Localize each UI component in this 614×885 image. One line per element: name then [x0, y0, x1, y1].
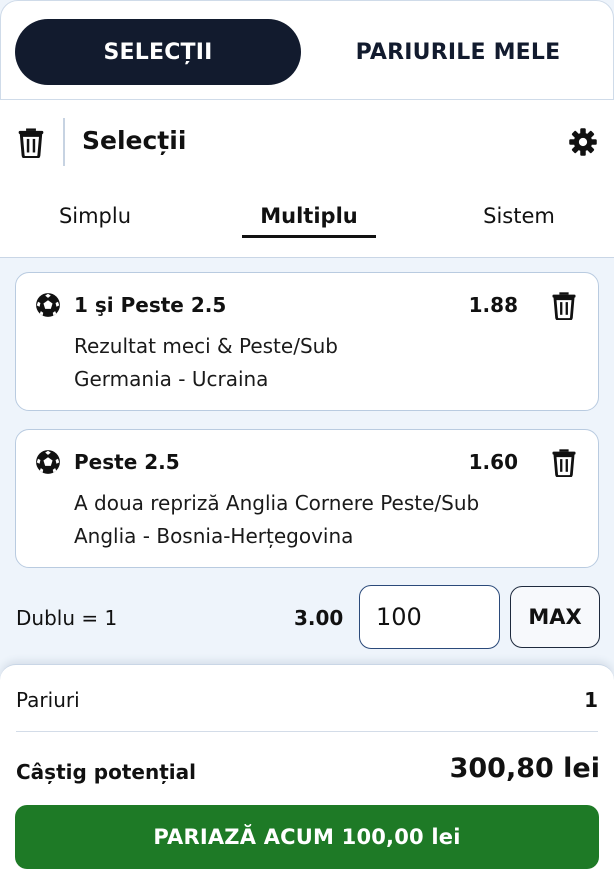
tab-selectii[interactable]: SELECȚII	[15, 19, 301, 85]
tab-sistem[interactable]: Sistem	[466, 200, 572, 232]
soccer-ball-icon	[36, 450, 60, 474]
selection-odd: 1.60	[468, 450, 518, 474]
selection-event: Anglia - Bosnia-Herțegovina	[74, 524, 354, 548]
betslip-tabs: SELECȚII PARIURILE MELE	[0, 0, 614, 100]
tab-multiplu[interactable]: Multiplu	[242, 200, 376, 232]
selection-card: Peste 2.5 1.60 A doua repriză Anglia Cor…	[15, 429, 599, 568]
selection-market: A doua repriză Anglia Cornere Peste/Sub	[74, 491, 480, 515]
tab-simplu[interactable]: Simplu	[40, 200, 150, 232]
potential-win-label: Câștig potențial	[16, 760, 196, 784]
selection-market: Rezultat meci & Peste/Sub	[74, 334, 339, 358]
trash-icon[interactable]	[550, 447, 578, 477]
combined-odd: 3.00	[294, 606, 344, 630]
soccer-ball-icon	[36, 293, 60, 317]
betslip: SELECȚII PARIURILE MELE Selecții Simplu …	[0, 0, 614, 885]
bets-count-label: Pariuri	[16, 688, 80, 712]
potential-win-value: 300,80 lei	[449, 753, 600, 784]
selection-pick: Peste 2.5	[74, 450, 180, 474]
summary-divider	[16, 731, 598, 732]
gear-icon[interactable]	[568, 127, 598, 157]
selection-event: Germania - Ucraina	[74, 367, 269, 391]
trash-icon[interactable]	[550, 290, 578, 320]
tab-pariurile-mele[interactable]: PARIURILE MELE	[301, 19, 614, 85]
selection-odd: 1.88	[468, 293, 518, 317]
place-bet-button[interactable]: PARIAZĂ ACUM 100,00 lei	[15, 805, 599, 869]
stake-input[interactable]	[359, 585, 500, 649]
trash-icon[interactable]	[16, 126, 46, 158]
active-tab-underline	[242, 235, 376, 238]
selection-card: 1 şi Peste 2.5 1.88 Rezultat meci & Pest…	[15, 272, 599, 411]
header-divider	[63, 118, 65, 166]
page-title: Selecții	[82, 126, 187, 155]
bets-count-value: 1	[584, 688, 598, 712]
selection-pick: 1 şi Peste 2.5	[74, 293, 227, 317]
combination-label: Dublu = 1	[16, 606, 118, 630]
max-button[interactable]: MAX	[510, 586, 600, 648]
